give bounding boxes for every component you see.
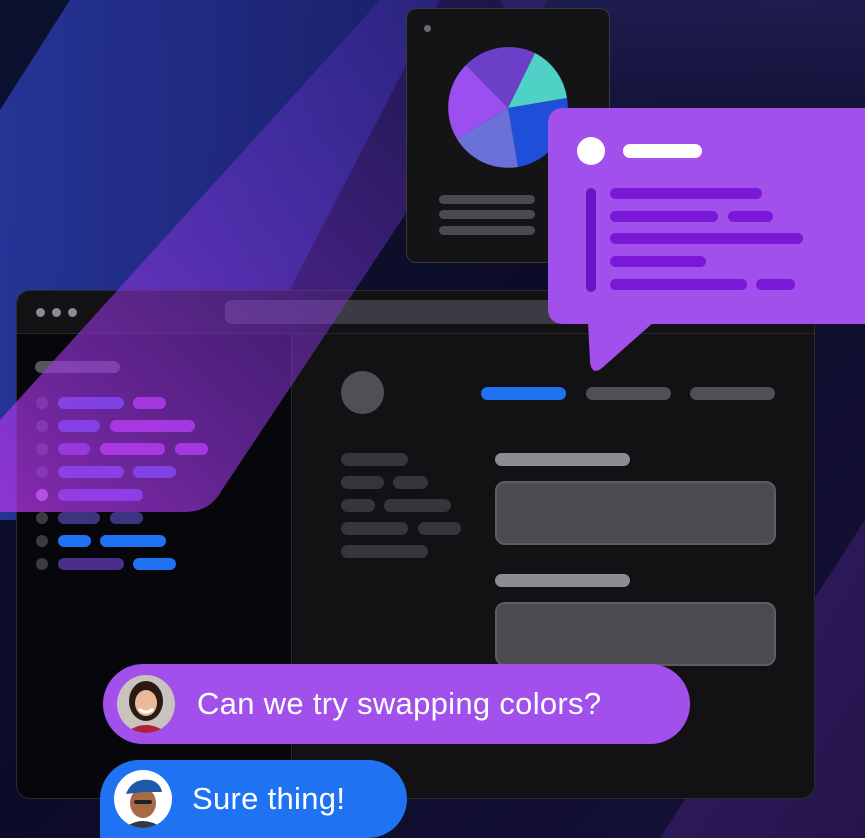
code-token xyxy=(58,466,124,478)
line-marker xyxy=(36,512,48,524)
comment-line xyxy=(610,211,718,222)
chat-message-text: Can we try swapping colors? xyxy=(197,686,602,721)
code-token xyxy=(175,443,208,455)
text-input[interactable] xyxy=(495,602,776,666)
text-line xyxy=(384,499,451,512)
comment-line xyxy=(610,233,803,244)
legend-line xyxy=(439,195,535,204)
window-dot-2[interactable] xyxy=(52,308,61,317)
text-line xyxy=(341,476,384,489)
comment-line xyxy=(610,279,747,290)
code-token xyxy=(110,512,143,524)
comment-line xyxy=(610,188,762,199)
tab-inactive[interactable] xyxy=(690,387,775,400)
code-token xyxy=(58,512,100,524)
line-marker xyxy=(36,535,48,547)
line-marker xyxy=(36,443,48,455)
window-dot-3[interactable] xyxy=(68,308,77,317)
text-line xyxy=(418,522,461,535)
profile-avatar xyxy=(341,371,384,414)
comment-line xyxy=(728,211,773,222)
code-token xyxy=(58,535,91,547)
legend-line xyxy=(439,210,535,219)
field-label xyxy=(495,574,630,587)
line-marker xyxy=(36,558,48,570)
code-token xyxy=(58,397,124,409)
tab-inactive[interactable] xyxy=(586,387,671,400)
sidebar-heading xyxy=(35,361,120,373)
text-line xyxy=(341,522,408,535)
field-label xyxy=(495,453,630,466)
text-line xyxy=(341,499,375,512)
quote-bar xyxy=(586,188,596,292)
woman-avatar xyxy=(117,675,175,733)
text-line xyxy=(393,476,428,489)
comment-line xyxy=(610,256,706,267)
comment-bubble xyxy=(548,108,865,324)
window-dot-1[interactable] xyxy=(36,308,45,317)
text-line xyxy=(341,453,408,466)
code-token xyxy=(58,420,100,432)
card-dot xyxy=(424,25,431,32)
line-marker xyxy=(36,489,48,501)
comment-author xyxy=(623,144,702,158)
legend-line xyxy=(439,226,535,235)
code-token xyxy=(100,535,166,547)
code-token xyxy=(110,420,195,432)
line-marker xyxy=(36,420,48,432)
code-token xyxy=(58,558,124,570)
comment-tail xyxy=(588,322,654,371)
chat-message-1: Can we try swapping colors? xyxy=(103,664,690,744)
line-marker xyxy=(36,466,48,478)
tab-active[interactable] xyxy=(481,387,566,400)
code-token xyxy=(133,466,176,478)
comment-avatar xyxy=(577,137,605,165)
code-token xyxy=(133,558,176,570)
chat-message-2: Sure thing! xyxy=(100,760,407,838)
code-token xyxy=(133,397,166,409)
man-avatar xyxy=(114,770,172,828)
comment-line xyxy=(756,279,795,290)
text-line xyxy=(341,545,428,558)
code-token xyxy=(58,443,90,455)
line-marker xyxy=(36,397,48,409)
code-token xyxy=(58,489,143,501)
code-token xyxy=(100,443,165,455)
chat-message-text: Sure thing! xyxy=(192,781,346,816)
text-input[interactable] xyxy=(495,481,776,545)
